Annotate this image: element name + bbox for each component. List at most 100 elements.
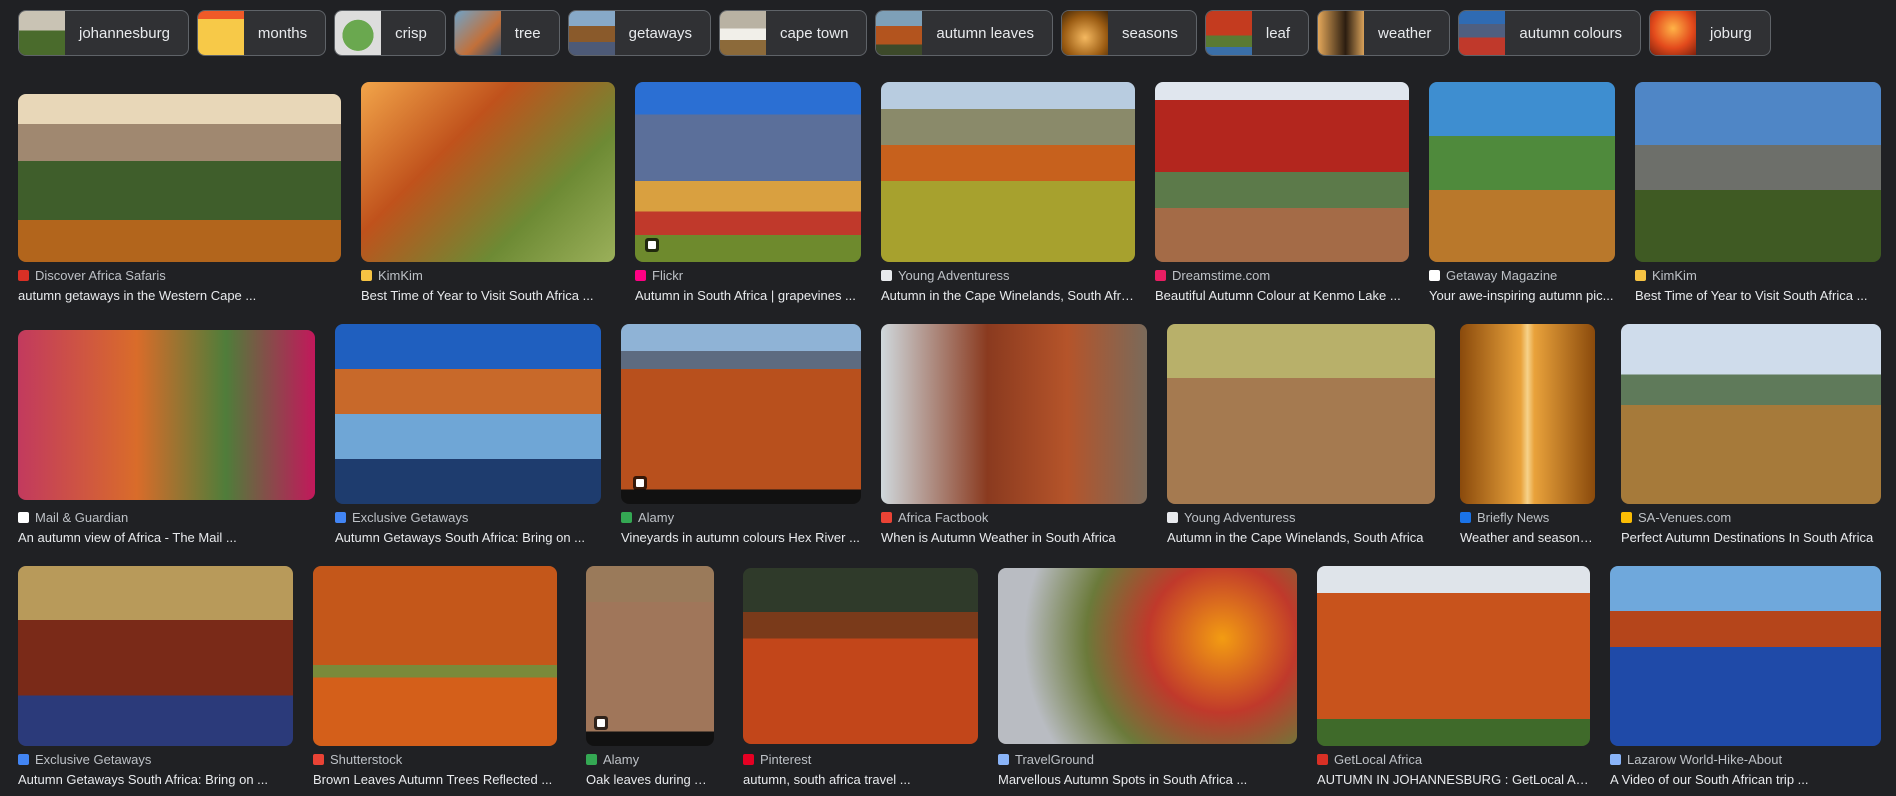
favicon-icon: [18, 754, 29, 765]
result-title[interactable]: autumn, south africa travel ...: [743, 772, 978, 787]
chip-cape-town[interactable]: cape town: [719, 10, 868, 56]
result-title[interactable]: autumn getaways in the Western Cape ...: [18, 288, 341, 303]
result-source: Discover Africa Safaris: [18, 268, 166, 283]
favicon-icon: [1317, 754, 1328, 765]
result-source: Pinterest: [743, 752, 811, 767]
result-source: Young Adventuress: [881, 268, 1010, 283]
chip-getaways[interactable]: getaways: [567, 10, 712, 56]
result-title[interactable]: Your awe-inspiring autumn pic...: [1429, 288, 1615, 303]
result-title[interactable]: Perfect Autumn Destinations In South Afr…: [1621, 530, 1881, 545]
result-source: SA-Venues.com: [1621, 510, 1731, 525]
result-source: GetLocal Africa: [1317, 752, 1422, 767]
result-title[interactable]: Autumn in the Cape Winelands, South Afri…: [1167, 530, 1435, 545]
result-source: Alamy: [586, 752, 639, 767]
result-thumbnail[interactable]: [18, 566, 293, 746]
result-title[interactable]: AUTUMN IN JOHANNESBURG : GetLocal Africa: [1317, 772, 1590, 787]
result-title[interactable]: Best Time of Year to Visit South Africa …: [1635, 288, 1881, 303]
chip-label: getaways: [628, 24, 693, 42]
result-thumbnail[interactable]: [743, 568, 978, 744]
result-title[interactable]: Weather and seasons i...: [1460, 530, 1595, 545]
related-search-chips: johannesburg months crisp tree getaways …: [18, 10, 1771, 58]
result-source: KimKim: [1635, 268, 1697, 283]
chip-leaf[interactable]: leaf: [1204, 10, 1310, 56]
watermark-icon: [594, 716, 608, 730]
result-title[interactable]: Vineyards in autumn colours Hex River ..…: [621, 530, 861, 545]
favicon-icon: [1610, 754, 1621, 765]
result-thumbnail[interactable]: [1610, 566, 1881, 746]
result-thumbnail[interactable]: [621, 324, 861, 504]
favicon-icon: [881, 270, 892, 281]
result-source: KimKim: [361, 268, 423, 283]
result-title[interactable]: Brown Leaves Autumn Trees Reflected ...: [313, 772, 557, 787]
result-thumbnail[interactable]: [335, 324, 601, 504]
favicon-icon: [881, 512, 892, 523]
result-thumbnail[interactable]: [998, 568, 1297, 744]
favicon-icon: [1621, 512, 1632, 523]
chip-crisp[interactable]: crisp: [334, 10, 446, 56]
result-thumbnail[interactable]: [18, 330, 315, 500]
result-thumbnail[interactable]: [635, 82, 861, 262]
favicon-icon: [586, 754, 597, 765]
result-title[interactable]: Autumn Getaways South Africa: Bring on .…: [18, 772, 293, 787]
chip-thumbnail: [197, 11, 244, 55]
chip-autumn-leaves[interactable]: autumn leaves: [875, 10, 1053, 56]
result-thumbnail[interactable]: [1167, 324, 1435, 504]
chip-thumbnail: [876, 11, 923, 55]
result-title[interactable]: Best Time of Year to Visit South Africa …: [361, 288, 615, 303]
favicon-icon: [743, 754, 754, 765]
result-thumbnail[interactable]: [1460, 324, 1595, 504]
chip-label: cape town: [780, 24, 849, 42]
result-source: Exclusive Getaways: [335, 510, 468, 525]
chip-thumbnail: [1205, 11, 1252, 55]
result-title[interactable]: A Video of our South African trip ...: [1610, 772, 1881, 787]
result-title[interactable]: Beautiful Autumn Colour at Kenmo Lake ..…: [1155, 288, 1409, 303]
result-source: Young Adventuress: [1167, 510, 1296, 525]
result-thumbnail[interactable]: [313, 566, 557, 746]
source-label: Africa Factbook: [898, 510, 989, 525]
favicon-icon: [1429, 270, 1440, 281]
watermark-icon: [633, 476, 647, 490]
chip-thumbnail: [1649, 11, 1696, 55]
source-label: Young Adventuress: [1184, 510, 1296, 525]
chip-seasons[interactable]: seasons: [1060, 10, 1197, 56]
result-title[interactable]: Autumn in South Africa | grapevines ...: [635, 288, 861, 303]
chip-label: leaf: [1265, 24, 1291, 42]
result-title[interactable]: Autumn in the Cape Winelands, South Afri…: [881, 288, 1135, 303]
result-thumbnail[interactable]: [1317, 566, 1590, 746]
chip-weather[interactable]: weather: [1317, 10, 1451, 56]
source-label: Alamy: [638, 510, 675, 525]
result-thumbnail[interactable]: [881, 324, 1147, 504]
result-thumbnail[interactable]: [1155, 82, 1409, 262]
result-thumbnail[interactable]: [361, 82, 615, 262]
chip-months[interactable]: months: [196, 10, 327, 56]
result-title[interactable]: Marvellous Autumn Spots in South Africa …: [998, 772, 1297, 787]
source-label: Briefly News: [1477, 510, 1550, 525]
result-thumbnail[interactable]: [586, 566, 714, 746]
chip-joburg[interactable]: joburg: [1648, 10, 1771, 56]
source-label: Pinterest: [760, 752, 812, 767]
chip-label: crisp: [395, 24, 427, 42]
result-title[interactable]: An autumn view of Africa - The Mail ...: [18, 530, 315, 545]
chip-tree[interactable]: tree: [453, 10, 560, 56]
result-source: Exclusive Getaways: [18, 752, 151, 767]
result-source: Mail & Guardian: [18, 510, 128, 525]
favicon-icon: [1167, 512, 1178, 523]
result-thumbnail[interactable]: [18, 94, 341, 262]
result-title[interactable]: Autumn Getaways South Africa: Bring on .…: [335, 530, 601, 545]
source-label: SA-Venues.com: [1638, 510, 1732, 525]
result-title[interactable]: Oak leaves during Autu...: [586, 772, 714, 787]
result-thumbnail[interactable]: [1429, 82, 1615, 262]
favicon-icon: [621, 512, 632, 523]
favicon-icon: [1155, 270, 1166, 281]
favicon-icon: [335, 512, 346, 523]
result-thumbnail[interactable]: [1621, 324, 1881, 504]
chip-thumbnail: [454, 11, 501, 55]
chip-johannesburg[interactable]: johannesburg: [18, 10, 189, 56]
source-label: Lazarow World-Hike-About: [1627, 752, 1783, 767]
favicon-icon: [998, 754, 1009, 765]
result-thumbnail[interactable]: [1635, 82, 1881, 262]
result-title[interactable]: When is Autumn Weather in South Africa: [881, 530, 1147, 545]
chip-autumn-colours[interactable]: autumn colours: [1458, 10, 1641, 56]
source-label: Exclusive Getaways: [352, 510, 469, 525]
result-thumbnail[interactable]: [881, 82, 1135, 262]
